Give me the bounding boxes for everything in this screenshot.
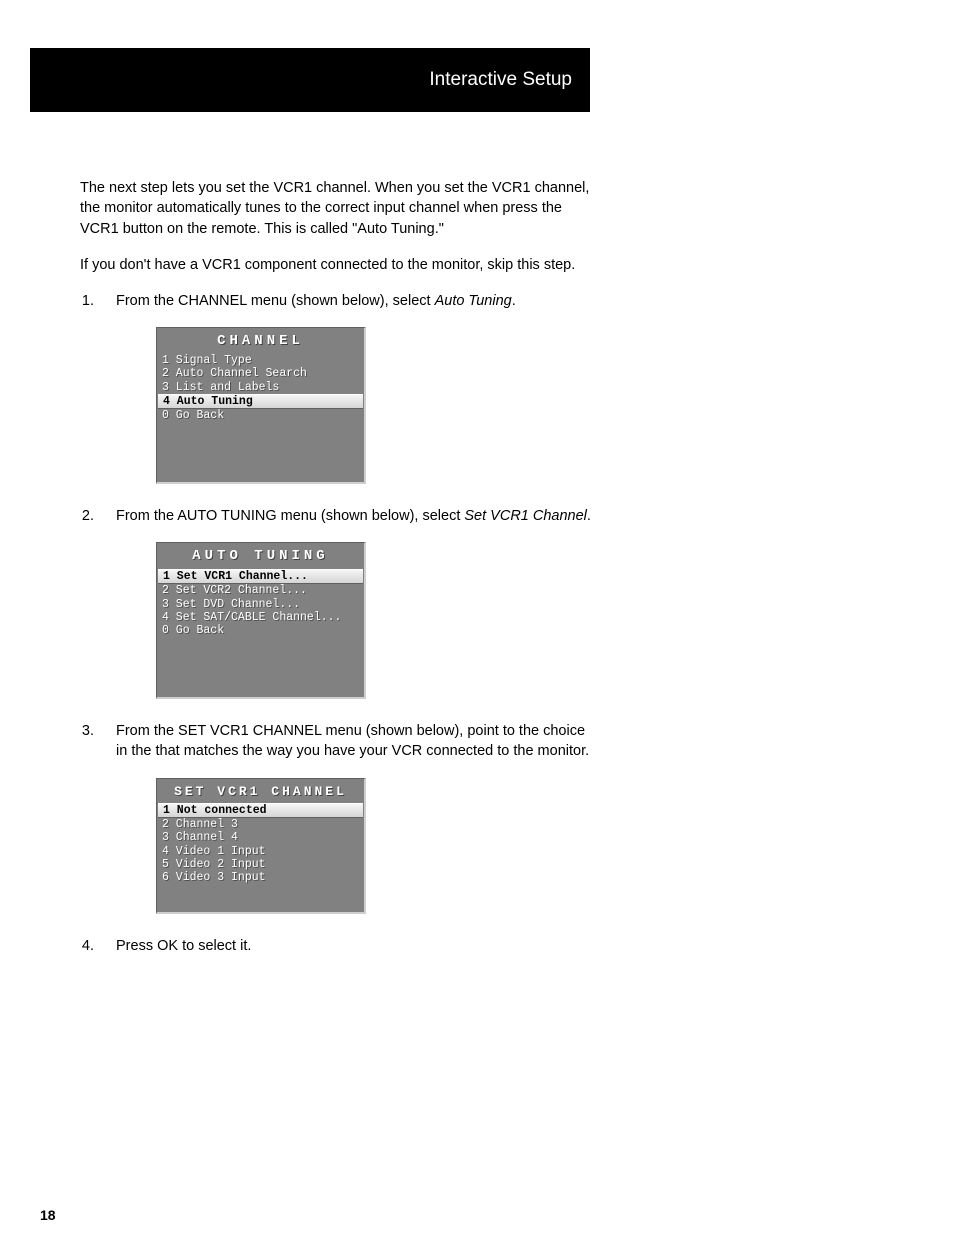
osd-item-6: 6 Video 3 Input — [157, 871, 364, 884]
osd-item-3: 3 Set DVD Channel... — [157, 598, 364, 611]
intro-paragraph: The next step lets you set the VCR1 chan… — [80, 178, 600, 239]
osd-item-0: 0 Go Back — [157, 624, 364, 637]
step-1: From the CHANNEL menu (shown below), sel… — [98, 291, 600, 484]
skip-paragraph: If you don't have a VCR1 component conne… — [80, 255, 600, 275]
osd-item-4: 4 Video 1 Input — [157, 845, 364, 858]
osd-item-3: 3 List and Labels — [157, 381, 364, 394]
osd-autotuning-menu: AUTO TUNING 1 Set VCR1 Channel...2 Set V… — [156, 542, 366, 699]
osd-item-5: 5 Video 2 Input — [157, 858, 364, 871]
osd-item-2: 2 Channel 3 — [157, 818, 364, 831]
step-2-text-a: From the AUTO TUNING menu (shown below),… — [116, 508, 464, 524]
osd-item-4: 4 Auto Tuning — [158, 394, 363, 409]
osd-item-2: 2 Auto Channel Search — [157, 367, 364, 380]
header-bar: Interactive Setup — [30, 48, 590, 112]
osd-item-1: 1 Not connected — [158, 803, 363, 818]
osd-channel-title: CHANNEL — [157, 328, 364, 354]
osd-setvcr1-menu: SET VCR1 CHANNEL 1 Not connected2 Channe… — [156, 778, 366, 915]
step-2-italic: Set VCR1 Channel — [464, 508, 587, 524]
step-3-text: From the SET VCR1 CHANNEL menu (shown be… — [116, 723, 589, 759]
step-1-text-a: From the CHANNEL menu (shown below), sel… — [116, 293, 435, 309]
step-3: From the SET VCR1 CHANNEL menu (shown be… — [98, 721, 600, 914]
step-2: From the AUTO TUNING menu (shown below),… — [98, 506, 600, 699]
step-1-italic: Auto Tuning — [435, 293, 512, 309]
header-bar-text: Interactive Setup — [429, 69, 572, 91]
osd-item-3: 3 Channel 4 — [157, 831, 364, 844]
step-2-text-c: . — [587, 508, 591, 524]
steps-list: From the CHANNEL menu (shown below), sel… — [80, 291, 600, 956]
osd-channel-body: 1 Signal Type2 Auto Channel Search3 List… — [157, 354, 364, 422]
osd-setvcr1-body: 1 Not connected2 Channel 33 Channel 44 V… — [157, 803, 364, 884]
osd-autotuning-body: 1 Set VCR1 Channel...2 Set VCR2 Channel.… — [157, 569, 364, 637]
osd-item-1: 1 Set VCR1 Channel... — [158, 569, 363, 584]
osd-channel-menu: CHANNEL 1 Signal Type2 Auto Channel Sear… — [156, 327, 366, 484]
osd-setvcr1-title: SET VCR1 CHANNEL — [157, 779, 364, 803]
osd-item-1: 1 Signal Type — [157, 354, 364, 367]
osd-item-2: 2 Set VCR2 Channel... — [157, 584, 364, 597]
page-number: 18 — [40, 1207, 56, 1223]
osd-autotuning-title: AUTO TUNING — [157, 543, 364, 569]
step-4: Press OK to select it. — [98, 936, 600, 956]
osd-item-4: 4 Set SAT/CABLE Channel... — [157, 611, 364, 624]
step-1-text-c: . — [512, 293, 516, 309]
step-4-text: Press OK to select it. — [116, 938, 251, 954]
osd-item-0: 0 Go Back — [157, 409, 364, 422]
content-column: The next step lets you set the VCR1 chan… — [80, 178, 600, 979]
